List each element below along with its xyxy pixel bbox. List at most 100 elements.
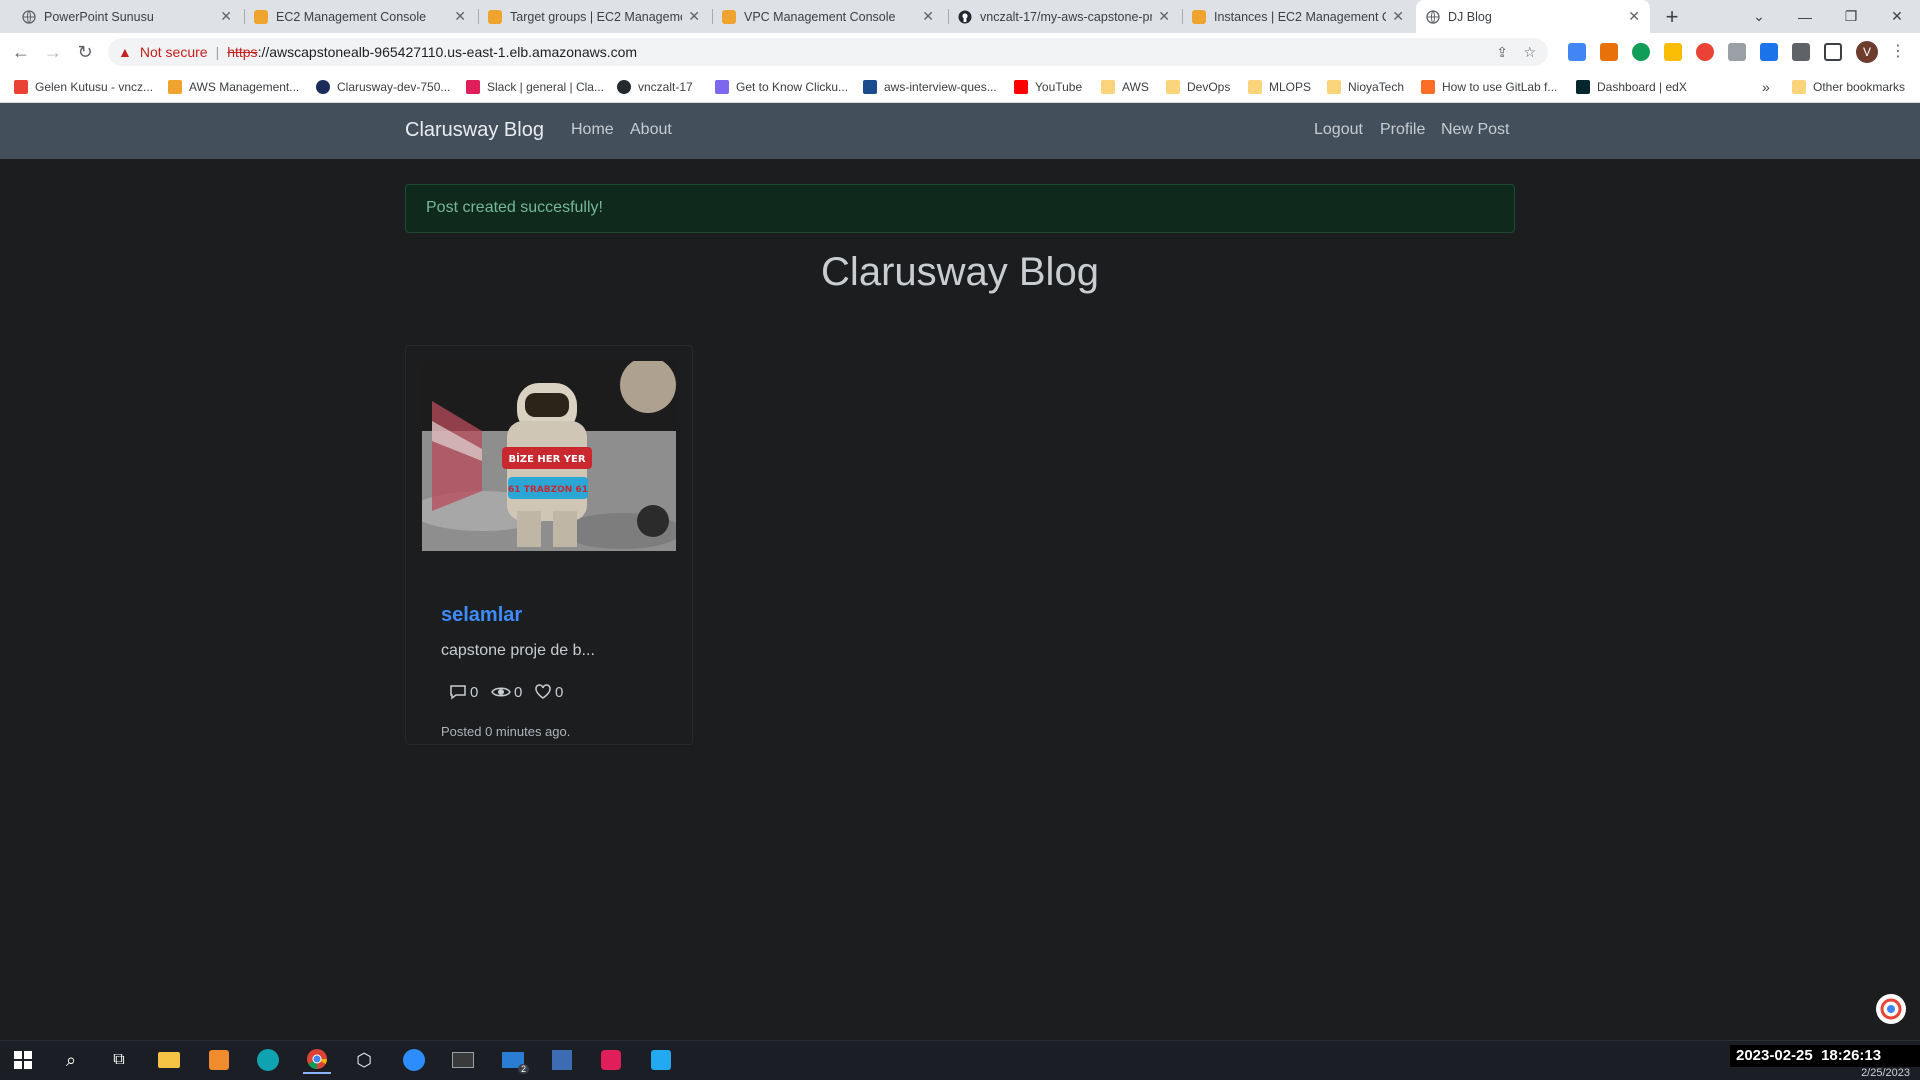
bookmark-label: How to use GitLab f...: [1442, 80, 1558, 94]
bookmark-gmail[interactable]: Gelen Kutusu - vncz...: [14, 79, 153, 95]
close-icon[interactable]: ✕: [1158, 8, 1170, 25]
forward-icon[interactable]: →: [40, 40, 66, 64]
extension-icon[interactable]: [1600, 43, 1618, 61]
bookmark-folder-nioyatech[interactable]: NioyaTech: [1327, 79, 1404, 95]
mail-icon[interactable]: 2: [499, 1046, 529, 1074]
zoom-extension-icon[interactable]: [1760, 43, 1778, 61]
share-icon[interactable]: ⇪: [1496, 44, 1508, 61]
slack-icon: [466, 80, 480, 94]
taskbar-clock[interactable]: 2023-02-25 18:26:13 2/25/2023: [1730, 1045, 1920, 1080]
bookmark-gitlab[interactable]: How to use GitLab f...: [1421, 79, 1557, 95]
terminal-icon[interactable]: [449, 1046, 477, 1074]
tab-ec2-console[interactable]: EC2 Management Console ✕: [244, 0, 476, 33]
tab-instances[interactable]: Instances | EC2 Management Co ✕: [1182, 0, 1414, 33]
file-explorer-icon[interactable]: [155, 1046, 183, 1074]
bookmark-clarusway-dev[interactable]: Clarusway-dev-750...: [316, 79, 450, 95]
close-icon[interactable]: ✕: [1628, 8, 1640, 25]
bookmark-youtube[interactable]: YouTube: [1014, 79, 1082, 95]
close-icon[interactable]: ✕: [220, 8, 232, 25]
tab-powerpoint[interactable]: PowerPoint Sunusu ✕: [12, 0, 242, 33]
new-tab-button[interactable]: +: [1650, 0, 1694, 33]
bookmark-clickup[interactable]: Get to Know Clicku...: [715, 79, 848, 95]
folder-icon: [1166, 80, 1180, 94]
zoom-icon[interactable]: [400, 1046, 428, 1074]
bookmark-label: Slack | general | Cla...: [487, 80, 604, 94]
aws-cube-icon: [488, 9, 502, 24]
profile-avatar[interactable]: V: [1856, 41, 1878, 63]
tab-title: VPC Management Console: [744, 9, 896, 24]
reload-icon[interactable]: ↻: [72, 40, 98, 64]
extension-icon[interactable]: [1728, 43, 1746, 61]
bookmarks-overflow-button[interactable]: »: [1762, 79, 1770, 95]
tab-title: DJ Blog: [1448, 9, 1492, 24]
bookmark-folder-devops[interactable]: DevOps: [1166, 79, 1230, 95]
warning-icon: ▲: [118, 44, 132, 60]
nav-link-profile[interactable]: Profile: [1380, 121, 1425, 139]
bookmark-label: Gelen Kutusu - vncz...: [35, 80, 154, 94]
nav-link-logout[interactable]: Logout: [1314, 121, 1363, 139]
bookmark-folder-mlops[interactable]: MLOPS: [1248, 79, 1311, 95]
azure-data-studio-icon[interactable]: [548, 1046, 576, 1074]
puzzle-icon[interactable]: [1792, 43, 1810, 61]
floating-assistant-button[interactable]: [1876, 994, 1906, 1024]
windows-start-icon[interactable]: [9, 1046, 37, 1074]
edge-icon[interactable]: [254, 1046, 282, 1074]
tab-target-groups[interactable]: Target groups | EC2 Managemen ✕: [478, 0, 710, 33]
bookmark-aws-management[interactable]: AWS Management...: [168, 79, 299, 95]
bookmark-github-user[interactable]: vnczalt-17: [617, 79, 693, 95]
virtualbox-icon[interactable]: ⬡: [350, 1046, 378, 1074]
nav-link-home[interactable]: Home: [571, 121, 614, 139]
translate-extension-icon[interactable]: [1568, 43, 1586, 61]
tab-dj-blog[interactable]: DJ Blog ✕: [1416, 0, 1650, 33]
like-count-value: 0: [555, 683, 564, 701]
drive-extension-icon[interactable]: [1664, 43, 1682, 61]
bookmark-aws-interview[interactable]: aws-interview-ques...: [863, 79, 997, 95]
banner-line-2: 61 TRABZON 61: [508, 485, 588, 495]
menu-icon[interactable]: ⋮: [1890, 41, 1906, 61]
folder-icon: [1792, 80, 1806, 94]
post-image[interactable]: BİZE HER YER 61 TRABZON 61: [422, 361, 676, 551]
aws-cube-icon: [722, 9, 736, 24]
bookmark-folder-aws[interactable]: AWS: [1101, 79, 1149, 95]
bookmark-edx[interactable]: Dashboard | edX: [1576, 79, 1687, 95]
minimize-icon[interactable]: —: [1782, 0, 1828, 33]
tab-vpc-console[interactable]: VPC Management Console ✕: [712, 0, 944, 33]
comment-icon: [450, 685, 466, 700]
address-bar[interactable]: ▲ Not secure | https ://awscapstonealb-9…: [108, 38, 1548, 66]
vscode-icon[interactable]: [647, 1046, 675, 1074]
url-text: ://awscapstonealb-965427110.us-east-1.el…: [257, 44, 638, 60]
side-panel-icon[interactable]: [1824, 43, 1842, 61]
close-icon[interactable]: ✕: [454, 8, 466, 25]
bookmark-slack[interactable]: Slack | general | Cla...: [466, 79, 604, 95]
navbar-brand[interactable]: Clarusway Blog: [405, 119, 544, 142]
chrome-icon[interactable]: [303, 1046, 331, 1074]
extension-icon[interactable]: [1696, 43, 1714, 61]
close-icon[interactable]: ✕: [922, 8, 934, 25]
nav-link-new-post[interactable]: New Post: [1441, 121, 1509, 139]
close-icon[interactable]: ✕: [1392, 8, 1404, 25]
post-title[interactable]: selamlar: [441, 604, 522, 627]
task-view-icon[interactable]: ⧉: [105, 1046, 133, 1074]
back-icon[interactable]: ←: [8, 40, 34, 64]
github-icon: [958, 10, 972, 23]
window-close-icon[interactable]: ✕: [1874, 0, 1920, 33]
folder-icon: [1327, 80, 1341, 94]
restore-icon[interactable]: ❐: [1828, 0, 1874, 33]
other-bookmarks[interactable]: Other bookmarks: [1792, 79, 1905, 95]
clock-date: 2/25/2023: [1861, 1067, 1910, 1079]
youtube-icon: [1014, 80, 1028, 94]
browser-toolbar: ← → ↻ ▲ Not secure | https ://awscapston…: [0, 33, 1920, 71]
nav-link-about[interactable]: About: [630, 121, 672, 139]
tab-github-repo[interactable]: vnczalt-17/my-aws-capstone-pr ✕: [948, 0, 1180, 33]
tab-search-icon[interactable]: ⌄: [1736, 0, 1782, 33]
slack-taskbar-icon[interactable]: [597, 1046, 625, 1074]
sublime-text-icon[interactable]: [205, 1046, 233, 1074]
search-icon[interactable]: ⌕: [57, 1046, 85, 1074]
eye-icon: [491, 687, 511, 697]
bookmark-label: NioyaTech: [1348, 80, 1405, 94]
windows-taskbar: [0, 1040, 1920, 1080]
close-icon[interactable]: ✕: [688, 8, 700, 25]
aws-cube-icon: [1192, 9, 1206, 24]
extension-icon[interactable]: [1632, 43, 1650, 61]
bookmark-star-icon[interactable]: ☆: [1523, 44, 1536, 61]
